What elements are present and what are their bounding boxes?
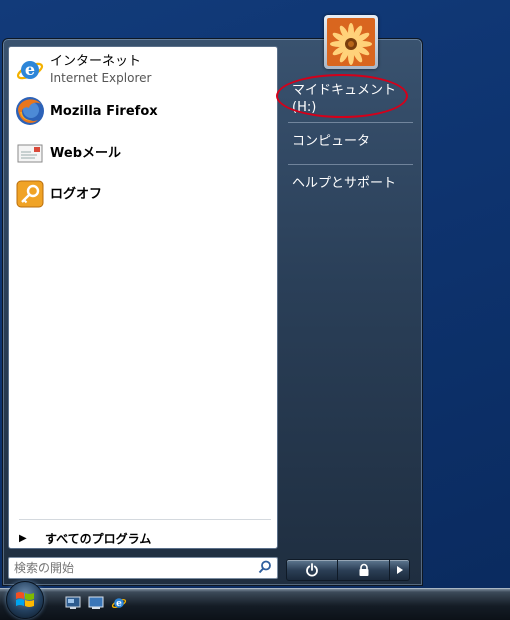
pinned-item-label: ログオフ [50,186,103,202]
pinned-item-label: Mozilla Firefox [50,103,158,119]
search-icon[interactable] [258,560,272,577]
mail-icon [13,136,47,170]
pinned-programs-pane: e インターネット Internet Explorer Mozilla Fire… [8,46,278,549]
all-programs-divider [19,519,271,520]
start-button[interactable] [6,581,44,619]
switch-windows-icon [88,596,104,609]
quick-launch-internet-explorer[interactable]: e [110,594,128,612]
shutdown-options-button[interactable] [390,559,410,581]
internet-explorer-icon: e [13,53,47,87]
pinned-item-label: インターネット [50,54,142,69]
logoff-key-icon [13,177,47,211]
pinned-item-logoff[interactable]: ログオフ [13,175,271,213]
quick-launch-show-desktop[interactable] [64,594,82,612]
triangle-right-icon: ▶ [19,532,27,544]
start-search-box[interactable] [8,557,278,579]
quick-launch-switch-windows[interactable] [87,594,105,612]
pinned-item-firefox[interactable]: Mozilla Firefox [13,92,271,130]
windows-logo-icon [16,592,34,607]
internet-explorer-icon: e [111,598,127,609]
pinned-item-label: Webメール [50,145,121,161]
svg-text:e: e [116,599,122,609]
orange-flower-icon [327,18,375,66]
right-pane-divider [288,164,413,165]
highlight-annotation-ring [276,74,408,118]
pinned-item-webmail[interactable]: Webメール [13,134,271,172]
all-programs-label: すべてのプログラム [45,531,152,546]
right-pane-divider [288,122,413,123]
right-item-help-support[interactable]: ヘルプとサポート [292,175,396,192]
power-controls [286,559,410,581]
power-icon [306,563,318,577]
user-picture[interactable] [324,15,378,69]
right-item-computer[interactable]: コンピュータ [292,133,370,150]
firefox-icon [13,94,47,128]
lock-button[interactable] [338,559,390,581]
show-desktop-icon [65,596,81,609]
right-item-label: ヘルプとサポート [292,176,397,191]
right-item-label: コンピュータ [292,134,371,149]
svg-text:e: e [25,60,35,79]
triangle-right-icon [396,566,403,574]
pinned-item-subtitle: Internet Explorer [50,71,152,85]
power-button[interactable] [286,559,338,581]
lock-icon [359,563,368,576]
pinned-item-internet-explorer[interactable]: e インターネット Internet Explorer [13,51,271,89]
all-programs-button[interactable]: ▶ すべてのプログラム [19,527,271,549]
start-search-input[interactable] [14,559,254,577]
